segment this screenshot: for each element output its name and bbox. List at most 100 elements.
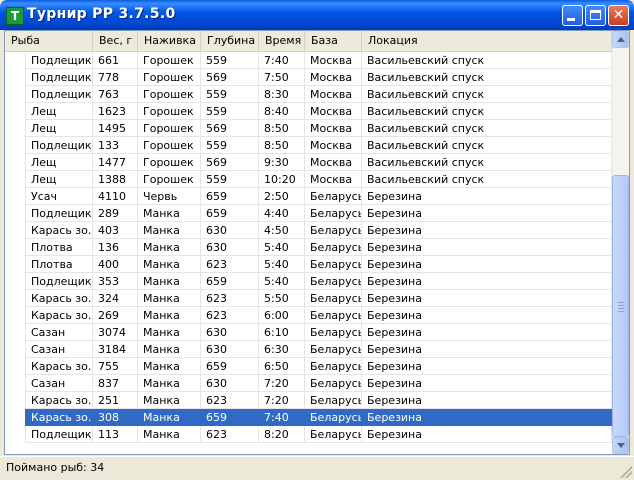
cell-location: Васильевский спуск [362, 120, 612, 137]
table-row[interactable]: Карась зо... 308 Манка 659 7:40 Беларусь Берез… [5, 409, 612, 426]
cell-time: 8:40 [259, 103, 305, 120]
cell-weight: 136 [93, 239, 138, 256]
cell-weight: 251 [93, 392, 138, 409]
column-header-base[interactable]: База [305, 31, 362, 50]
table-row[interactable]: Плотва 400 Манка 623 5:40 Беларусь Березина [5, 256, 612, 273]
cell-weight: 778 [93, 69, 138, 86]
cell-fish: Карась зо... [25, 392, 93, 409]
cell-depth: 630 [201, 222, 259, 239]
cell-location: Березина [362, 307, 612, 324]
table-row[interactable]: Подлещик 763 Горошек 559 8:30 Москва Васильевс… [5, 86, 612, 103]
column-header-weight[interactable]: Вес, г [93, 31, 138, 50]
cell-depth: 623 [201, 392, 259, 409]
table-row[interactable]: Лещ 1623 Горошек 559 8:40 Москва Васильевский … [5, 103, 612, 120]
table-row[interactable]: Карась зо... 324 Манка 623 5:50 Беларусь Берез… [5, 290, 612, 307]
table-row[interactable]: Лещ 1477 Горошек 569 9:30 Москва Васильевский … [5, 154, 612, 171]
cell-bait: Манка [138, 409, 201, 426]
cell-depth: 623 [201, 290, 259, 307]
cell-depth: 630 [201, 341, 259, 358]
cell-fish: Лещ [25, 103, 93, 120]
cell-bait: Горошек [138, 52, 201, 69]
cell-weight: 1477 [93, 154, 138, 171]
table-row[interactable]: Подлещик 133 Горошек 559 8:50 Москва Васильевс… [5, 137, 612, 154]
column-header-depth[interactable]: Глубина [201, 31, 259, 50]
table-row[interactable]: Сазан 3074 Манка 630 6:10 Беларусь Березина [5, 324, 612, 341]
cell-depth: 659 [201, 188, 259, 205]
cell-fish: Подлещик [25, 205, 93, 222]
column-header-time[interactable]: Время [259, 31, 305, 50]
cell-base: Москва [305, 52, 362, 69]
table-row[interactable]: Плотва 136 Манка 630 5:40 Беларусь Березина [5, 239, 612, 256]
table-row[interactable]: Лещ 1388 Горошек 559 10:20 Москва Васильевский… [5, 171, 612, 188]
cell-base: Беларусь [305, 307, 362, 324]
column-header-bait[interactable]: Наживка [138, 31, 201, 50]
cell-fish: Подлещик [25, 69, 93, 86]
cell-depth: 659 [201, 358, 259, 375]
cell-location: Васильевский спуск [362, 171, 612, 188]
cell-depth: 659 [201, 273, 259, 290]
app-icon: T [6, 7, 24, 25]
table-row[interactable]: Подлещик 353 Манка 659 5:40 Беларусь Березина [5, 273, 612, 290]
cell-fish: Подлещик [25, 426, 93, 443]
minimize-button[interactable] [562, 5, 583, 26]
cell-time: 10:20 [259, 171, 305, 188]
table-row[interactable]: Сазан 3184 Манка 630 6:30 Беларусь Березина [5, 341, 612, 358]
cell-depth: 623 [201, 256, 259, 273]
cell-bait: Манка [138, 375, 201, 392]
vertical-scrollbar[interactable] [612, 31, 629, 454]
scroll-up-button[interactable] [612, 31, 629, 48]
cell-weight: 763 [93, 86, 138, 103]
list-header: Рыба Вес, г Наживка Глубина Время База Локация [5, 31, 612, 52]
cell-fish: Лещ [25, 120, 93, 137]
table-row[interactable]: Карась зо... 403 Манка 630 4:50 Беларусь Берез… [5, 222, 612, 239]
table-row[interactable]: Сазан 837 Манка 630 7:20 Беларусь Березина [5, 375, 612, 392]
cell-time: 5:40 [259, 239, 305, 256]
table-row[interactable]: Подлещик 778 Горошек 569 7:50 Москва Васильевс… [5, 69, 612, 86]
cell-fish: Подлещик [25, 86, 93, 103]
cell-weight: 269 [93, 307, 138, 324]
cell-location: Васильевский спуск [362, 52, 612, 69]
scroll-thumb[interactable] [612, 175, 629, 437]
cell-bait: Горошек [138, 86, 201, 103]
cell-weight: 661 [93, 52, 138, 69]
title-bar[interactable]: T Турнир РР 3.7.5.0 ✕ [0, 0, 634, 30]
cell-time: 2:50 [259, 188, 305, 205]
cell-base: Беларусь [305, 256, 362, 273]
cell-location: Березина [362, 222, 612, 239]
cell-location: Березина [362, 273, 612, 290]
cell-bait: Горошек [138, 154, 201, 171]
table-row[interactable]: Карась зо... 269 Манка 623 6:00 Беларусь Берез… [5, 307, 612, 324]
cell-base: Беларусь [305, 273, 362, 290]
cell-base: Москва [305, 154, 362, 171]
close-button[interactable]: ✕ [608, 5, 629, 26]
resize-grip-icon[interactable] [620, 466, 632, 478]
table-row[interactable]: Лещ 1495 Горошек 569 8:50 Москва Васильевский … [5, 120, 612, 137]
column-header-location[interactable]: Локация [362, 31, 612, 50]
cell-depth: 630 [201, 375, 259, 392]
cell-base: Беларусь [305, 392, 362, 409]
table-row[interactable]: Карась зо... 251 Манка 623 7:20 Беларусь Берез… [5, 392, 612, 409]
cell-fish: Карась зо... [25, 409, 93, 426]
maximize-button[interactable] [585, 5, 606, 26]
cell-fish: Плотва [25, 239, 93, 256]
table-row[interactable]: Подлещик 113 Манка 623 8:20 Беларусь Березина [5, 426, 612, 443]
cell-time: 8:20 [259, 426, 305, 443]
scroll-down-button[interactable] [612, 437, 629, 454]
table-row[interactable]: Подлещик 661 Горошек 559 7:40 Москва Васильевс… [5, 52, 612, 69]
cell-location: Васильевский спуск [362, 137, 612, 154]
cell-weight: 1388 [93, 171, 138, 188]
window-title: Турнир РР 3.7.5.0 [27, 6, 176, 22]
cell-weight: 324 [93, 290, 138, 307]
cell-weight: 289 [93, 205, 138, 222]
cell-fish: Сазан [25, 341, 93, 358]
cell-fish: Карась зо... [25, 222, 93, 239]
table-row[interactable]: Карась зо... 755 Манка 659 6:50 Беларусь Берез… [5, 358, 612, 375]
table-row[interactable]: Усач 4110 Червь 659 2:50 Беларусь Березина [5, 188, 612, 205]
cell-bait: Горошек [138, 120, 201, 137]
cell-location: Васильевский спуск [362, 103, 612, 120]
catch-list[interactable]: Рыба Вес, г Наживка Глубина Время База Локация… [4, 30, 630, 455]
table-row[interactable]: Подлещик 289 Манка 659 4:40 Беларусь Березина [5, 205, 612, 222]
cell-fish: Карась зо... [25, 358, 93, 375]
column-header-fish[interactable]: Рыба [5, 31, 93, 50]
cell-fish: Подлещик [25, 52, 93, 69]
